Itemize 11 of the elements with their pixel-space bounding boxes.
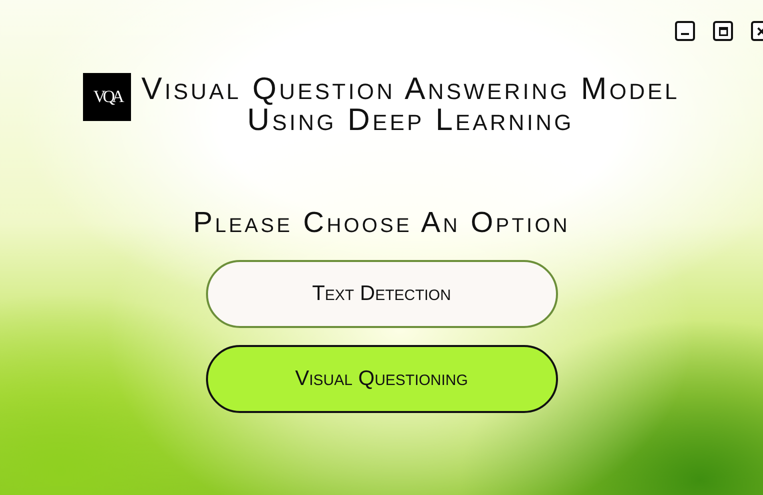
logo: VQA [83,73,132,121]
close-icon [756,26,763,36]
maximize-button[interactable] [713,21,733,41]
prompt-heading: Please Choose An Option [193,207,570,240]
minimize-button[interactable] [675,21,695,41]
option-button[interactable]: Visual Questioning [206,345,558,413]
option-button[interactable]: Text Detection [206,260,558,328]
app-title: Visual Question Answering Model [141,73,680,104]
app-title: Using Deep Learning [247,104,574,135]
maximize-icon [718,26,728,36]
minimize-icon [681,33,689,35]
